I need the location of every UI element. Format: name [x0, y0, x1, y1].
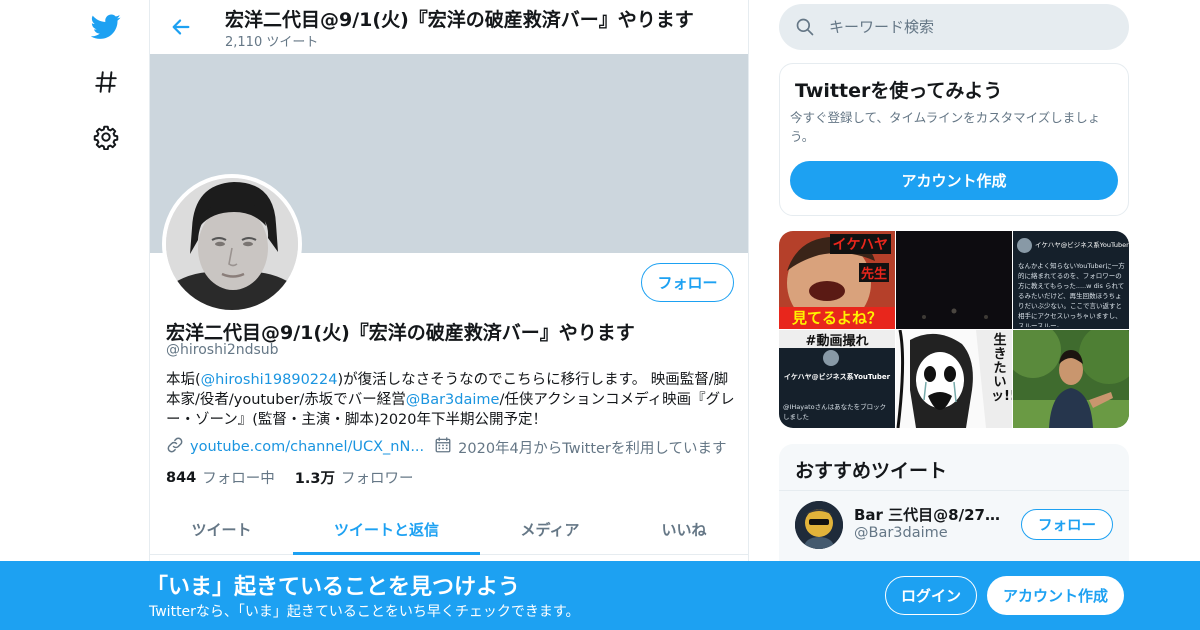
tab-media[interactable]: メディア: [480, 503, 620, 555]
search-box[interactable]: [779, 4, 1129, 50]
followers-count[interactable]: 1.3万: [295, 467, 335, 488]
create-account-button[interactable]: アカウント作成: [790, 161, 1118, 200]
profile-avatar[interactable]: [162, 174, 302, 314]
recommended-title: おすすめツイート: [795, 460, 948, 482]
signup-card: Twitterを使ってみよう 今すぐ登録して、タイムラインをカスタマイズしましょ…: [779, 63, 1129, 216]
hashtag-icon[interactable]: [88, 64, 124, 100]
thumb-text: なんかよく知らないYouTuberに一方的に絡まれてるのを、フォロワーの方に教え…: [1018, 262, 1125, 327]
following-label[interactable]: フォロー中: [202, 467, 275, 488]
header-title: 宏洋二代目@9/1(火)『宏洋の破産救済バー』やります: [225, 9, 694, 31]
bottom-bar-subtitle: Twitterなら、「いま」起きていることをいち早くチェックできます。: [149, 604, 580, 620]
thumb-avatar: [1017, 238, 1032, 253]
recommended-follow-button[interactable]: フォロー: [1021, 509, 1113, 540]
recommended-account-handle: @Bar3daime: [854, 525, 948, 541]
following-count[interactable]: 844: [166, 470, 196, 486]
bottom-bar-title: 「いま」起きていることを見つけよう: [146, 575, 521, 600]
search-input[interactable]: [829, 4, 1109, 50]
left-nav: [0, 0, 150, 630]
profile-bio: 本垢(@hiroshi19890224)が復活しなさそうなのでこちらに移行します…: [166, 370, 736, 430]
profile-tabs: ツイート ツイートと返信 メディア いいね: [150, 503, 748, 555]
twitter-bird-icon[interactable]: [88, 9, 124, 45]
followers-label[interactable]: フォロワー: [341, 467, 414, 488]
thumb-text: #動画撮れ: [805, 334, 869, 349]
tab-tweets[interactable]: ツイート: [150, 503, 293, 555]
gear-icon[interactable]: [88, 119, 124, 155]
thumb-text: イケハヤ@ビジネス系YouTuber: [783, 373, 891, 381]
recommended-account-name[interactable]: Bar 三代目@8/27集...: [854, 504, 1004, 525]
tab-tweets-and-replies[interactable]: ツイートと返信: [293, 503, 480, 555]
profile-meta: youtube.com/channel/UCX_nN... 2020年4月からT…: [166, 436, 726, 458]
search-icon: [795, 17, 815, 41]
media-thumbnail[interactable]: イケハヤ 先生 見てるよね？: [779, 231, 895, 329]
joined-date: 2020年4月からTwitterを利用しています: [458, 440, 727, 457]
divider: [779, 490, 1129, 491]
thumb-text: @IHayatoさんはあなたをブロックしました: [783, 403, 887, 421]
thumb-text: イケハヤ@ビジネス系YouTuber: [1035, 241, 1129, 249]
media-thumbnail[interactable]: [896, 231, 1012, 329]
mention-link[interactable]: @Bar3daime: [406, 392, 500, 408]
follow-counts: 844 フォロー中 1.3万 フォロワー: [166, 467, 413, 488]
bio-text: 本垢(: [166, 372, 201, 388]
profile-name: 宏洋二代目@9/1(火)『宏洋の破産救済バー』やります: [166, 322, 635, 344]
media-thumbnail[interactable]: [1013, 330, 1129, 428]
profile-header: 宏洋二代目@9/1(火)『宏洋の破産救済バー』やります 2,110 ツイート: [150, 0, 748, 54]
media-thumbnail[interactable]: イケハヤ@ビジネス系YouTuber なんかよく知らないYouTuberに一方的…: [1013, 231, 1129, 329]
media-thumbnail[interactable]: #動画撮れ イケハヤ@ビジネス系YouTuber @IHayatoさんはあなたを…: [779, 330, 895, 428]
media-thumbnail[interactable]: 生きたいッ!!: [896, 330, 1012, 428]
tab-likes[interactable]: いいね: [620, 503, 748, 555]
thumb-avatar: [823, 350, 839, 366]
bottom-signup-bar: 「いま」起きていることを見つけよう Twitterなら、「いま」起きていることを…: [0, 561, 1200, 630]
profile-handle: @hiroshi2ndsub: [166, 342, 279, 358]
back-arrow-icon[interactable]: [168, 14, 194, 40]
thumb-text: イケハヤ: [829, 234, 891, 254]
login-button[interactable]: ログイン: [885, 576, 977, 615]
bottom-create-account-button[interactable]: アカウント作成: [987, 576, 1124, 615]
thumb-text: 先生: [858, 263, 889, 282]
media-grid: イケハヤ 先生 見てるよね？ イケハヤ@ビジネス系YouTuber なんかよく知…: [779, 231, 1129, 428]
thumb-text: 生きたいッ!!: [991, 333, 1012, 404]
signup-card-title: Twitterを使ってみよう: [795, 80, 1003, 102]
tweet-count: 2,110 ツイート: [225, 35, 319, 50]
profile-website-link[interactable]: youtube.com/channel/UCX_nN...: [190, 439, 424, 455]
mention-link[interactable]: @hiroshi19890224: [201, 372, 338, 388]
recommended-avatar[interactable]: [795, 501, 843, 549]
link-icon: [166, 436, 184, 458]
signup-card-description: 今すぐ登録して、タイムラインをカスタマイズしましょう。: [790, 110, 1101, 144]
calendar-icon: [434, 436, 452, 458]
follow-button[interactable]: フォロー: [641, 263, 734, 302]
main-column: 宏洋二代目@9/1(火)『宏洋の破産救済バー』やります 2,110 ツイート フ…: [149, 0, 749, 630]
thumb-text: 見てるよね？: [791, 309, 882, 327]
active-tab-indicator: [293, 552, 480, 555]
